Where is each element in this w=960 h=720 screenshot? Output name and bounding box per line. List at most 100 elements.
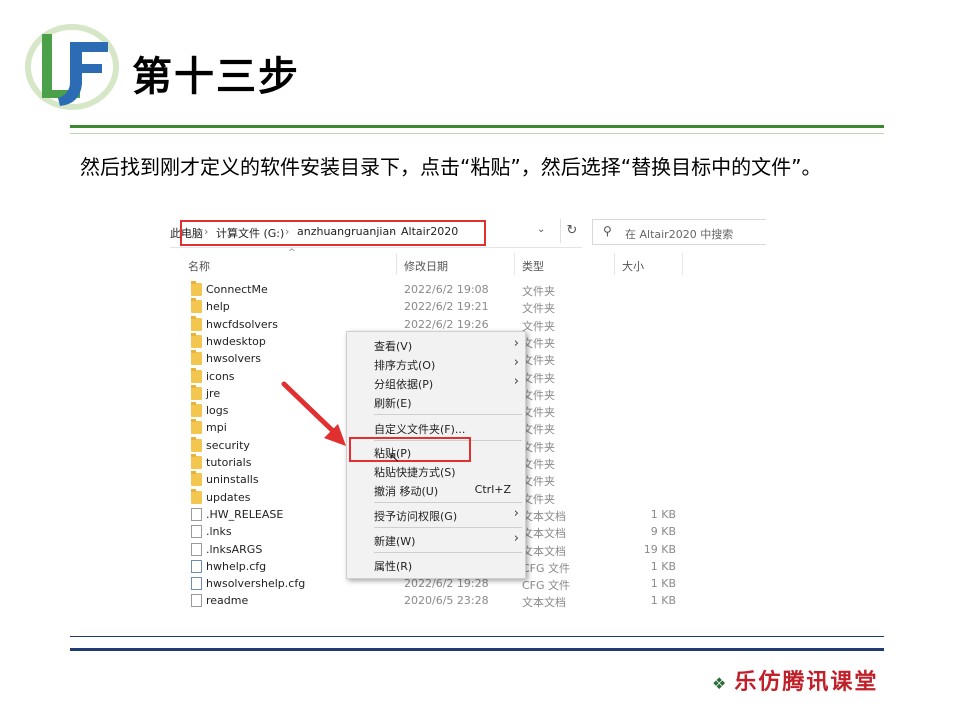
menu-item-refresh[interactable]: 刷新(E) (347, 392, 525, 411)
file-name: .lnks (206, 525, 232, 539)
file-type: 文件夹 (522, 354, 555, 368)
title-rule-thin (70, 133, 884, 134)
file-row[interactable]: help 2022/6/2 19:21 文件夹 (170, 298, 766, 315)
column-header-size[interactable]: 大小 (622, 258, 644, 274)
file-icon (191, 594, 202, 608)
file-name: hwcfdsolvers (206, 317, 278, 331)
menu-separator (374, 502, 522, 503)
file-name: updates (206, 490, 251, 504)
slide-title: 第十三步 (132, 54, 300, 100)
menu-item-grant-access[interactable]: 授予访问权限(G) › (347, 505, 525, 524)
column-header-type[interactable]: 类型 (522, 258, 544, 274)
folder-icon (191, 384, 202, 400)
cfg-file-icon (191, 577, 202, 591)
menu-item-sort[interactable]: 排序方式(O) › (347, 354, 525, 373)
menu-item-new[interactable]: 新建(W) › (347, 530, 525, 549)
column-header-date[interactable]: 修改日期 (404, 258, 448, 274)
folder-icon (191, 402, 202, 418)
menu-item-label: 刷新(E) (374, 397, 412, 410)
file-type: 文件夹 (522, 371, 555, 385)
file-name: uninstalls (206, 473, 259, 487)
file-type: 文件夹 (522, 285, 555, 298)
menu-item-label: 排序方式(O) (374, 359, 436, 372)
chevron-down-icon[interactable]: ⌄ (537, 224, 545, 235)
file-icon (191, 525, 202, 539)
menu-item-label: 新建(W) (374, 535, 416, 548)
menu-item-properties[interactable]: 属性(R) (347, 555, 525, 574)
folder-icon (191, 471, 202, 487)
file-size: 1 KB (650, 507, 676, 521)
file-name: help (206, 300, 230, 314)
chevron-right-icon: › (513, 355, 519, 370)
file-type: 文件夹 (522, 302, 555, 316)
menu-item-paste-shortcut[interactable]: 粘贴快捷方式(S) (347, 461, 525, 480)
menu-separator (374, 552, 522, 553)
file-type: 文件夹 (522, 458, 555, 471)
file-name: hwhelp.cfg (206, 559, 267, 573)
file-name: .lnksARGS (206, 542, 263, 556)
column-header-name[interactable]: 名称 (188, 258, 210, 274)
file-type: 文件夹 (522, 440, 555, 454)
menu-item-undo-move[interactable]: 撤消 移动(U) Ctrl+Z (347, 480, 525, 499)
cfg-file-icon (191, 559, 202, 573)
file-type: 文件夹 (522, 423, 555, 437)
file-type: 文件夹 (522, 475, 555, 489)
address-highlight (180, 220, 486, 246)
file-name: jre (206, 386, 221, 400)
search-icon: ⚲ (603, 224, 612, 238)
file-date: 2022/6/2 19:21 (404, 300, 489, 314)
file-row[interactable]: readme 2020/6/5 23:28 文本文档 1 KB (170, 592, 766, 609)
file-name: security (206, 438, 250, 452)
folder-icon (191, 436, 202, 452)
file-icon (191, 542, 202, 556)
column-divider[interactable] (682, 253, 683, 275)
menu-item-customize[interactable]: 自定义文件夹(F)... (347, 418, 525, 437)
menu-item-group[interactable]: 分组依据(P) › (347, 373, 525, 392)
folder-icon (191, 332, 202, 348)
menu-item-label: 撤消 移动(U) (374, 485, 439, 498)
menu-item-label: 查看(V) (374, 340, 413, 353)
lf-logo (25, 24, 119, 110)
footer-brand: ❖ 乐仿腾讯课堂 (712, 664, 878, 696)
chevron-right-icon: › (513, 374, 519, 389)
menu-item-label: 属性(R) (374, 560, 413, 573)
instruction-text: 然后找到刚才定义的软件安装目录下，点击“粘贴”，然后选择“替换目标中的文件”。 (80, 155, 822, 179)
menu-item-label: 授予访问权限(G) (374, 510, 458, 523)
footer-rule-thin (70, 636, 884, 637)
footer-text: 乐仿腾讯课堂 (734, 670, 879, 695)
file-name: hwsolvers (206, 352, 262, 366)
column-divider[interactable] (514, 253, 515, 275)
folder-icon (191, 367, 202, 383)
chevron-right-icon: › (513, 336, 519, 351)
file-date: 2020/6/5 23:28 (404, 594, 489, 608)
menu-item-view[interactable]: 查看(V) › (347, 335, 525, 354)
file-type: 文本文档 (522, 596, 566, 610)
file-type: 文件夹 (522, 406, 555, 420)
red-arrow-icon (281, 381, 346, 446)
column-divider[interactable] (396, 253, 397, 275)
file-row[interactable]: ConnectMe 2022/6/2 19:08 文件夹 (170, 281, 766, 298)
sort-up-icon: ^ (288, 248, 296, 258)
menu-separator (374, 414, 522, 415)
menu-item-label: 分组依据(P) (374, 378, 434, 391)
file-size: 9 KB (650, 525, 676, 539)
file-type: 文件夹 (522, 319, 555, 333)
file-date: 2022/6/2 19:26 (404, 317, 489, 331)
file-name: ConnectMe (206, 283, 268, 296)
footer-rule (70, 648, 884, 651)
column-divider[interactable] (614, 253, 615, 275)
menu-item-shortcut: Ctrl+Z (474, 483, 511, 496)
file-name: logs (206, 404, 229, 418)
search-placeholder: 在 Altair2020 中搜索 (625, 228, 734, 241)
chevron-right-icon: › (513, 531, 519, 546)
folder-icon (191, 454, 202, 469)
folder-icon (191, 350, 202, 366)
context-menu: 查看(V) › 排序方式(O) › 分组依据(P) › 刷新(E) 自定义文件夹(F)… (346, 331, 526, 579)
file-date: 2022/6/2 19:28 (404, 577, 489, 591)
search-input[interactable]: ⚲ 在 Altair2020 中搜索 (592, 219, 766, 245)
refresh-icon[interactable]: ↻ (560, 219, 583, 243)
file-name: mpi (206, 421, 227, 435)
file-type: 文件夹 (522, 492, 555, 506)
address-bar[interactable]: 此电脑 › 计算文件 (G:) › anzhuangruanjian › Alt… (170, 215, 582, 248)
file-name: icons (206, 369, 235, 383)
